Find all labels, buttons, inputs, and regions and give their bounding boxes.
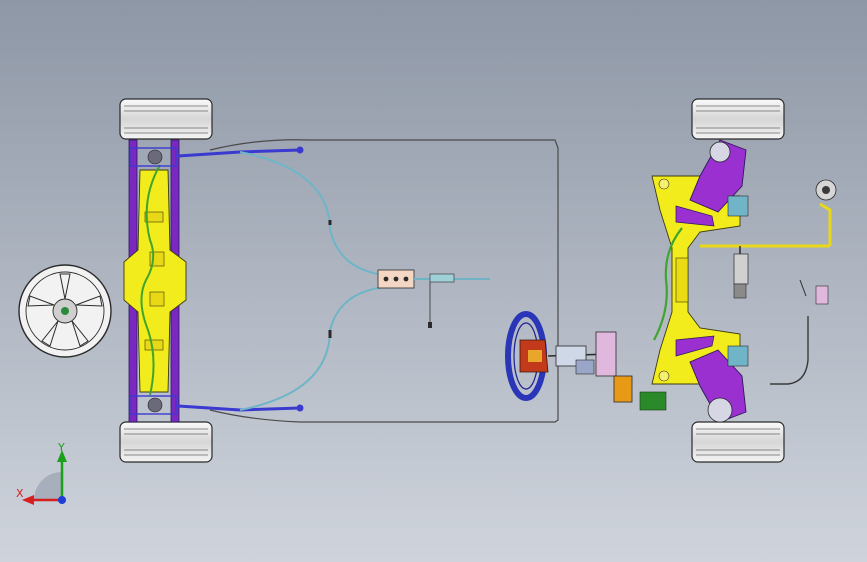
rear-left-tire [119,98,213,140]
y-axis-label: Y [58,441,65,454]
front-left-tire [691,98,785,140]
brake-lines [209,139,559,423]
chassis-assembly-drawing[interactable] [0,0,867,562]
cad-viewport[interactable]: Y X [0,0,867,562]
rear-trailing-links [177,146,304,412]
z-axis-origin [58,496,66,504]
rear-axle-assembly [119,98,304,463]
front-right-tire [691,421,785,463]
spare-wheel [18,264,112,358]
rear-axle-beam [123,139,187,423]
front-axle-assembly [651,98,837,463]
steering-wheel [505,311,549,401]
rear-right-tire [119,421,213,463]
abs-sensor-harness [770,279,829,385]
steering-column [547,331,667,411]
x-axis-label: X [16,487,24,500]
coordinate-triad [22,450,67,505]
